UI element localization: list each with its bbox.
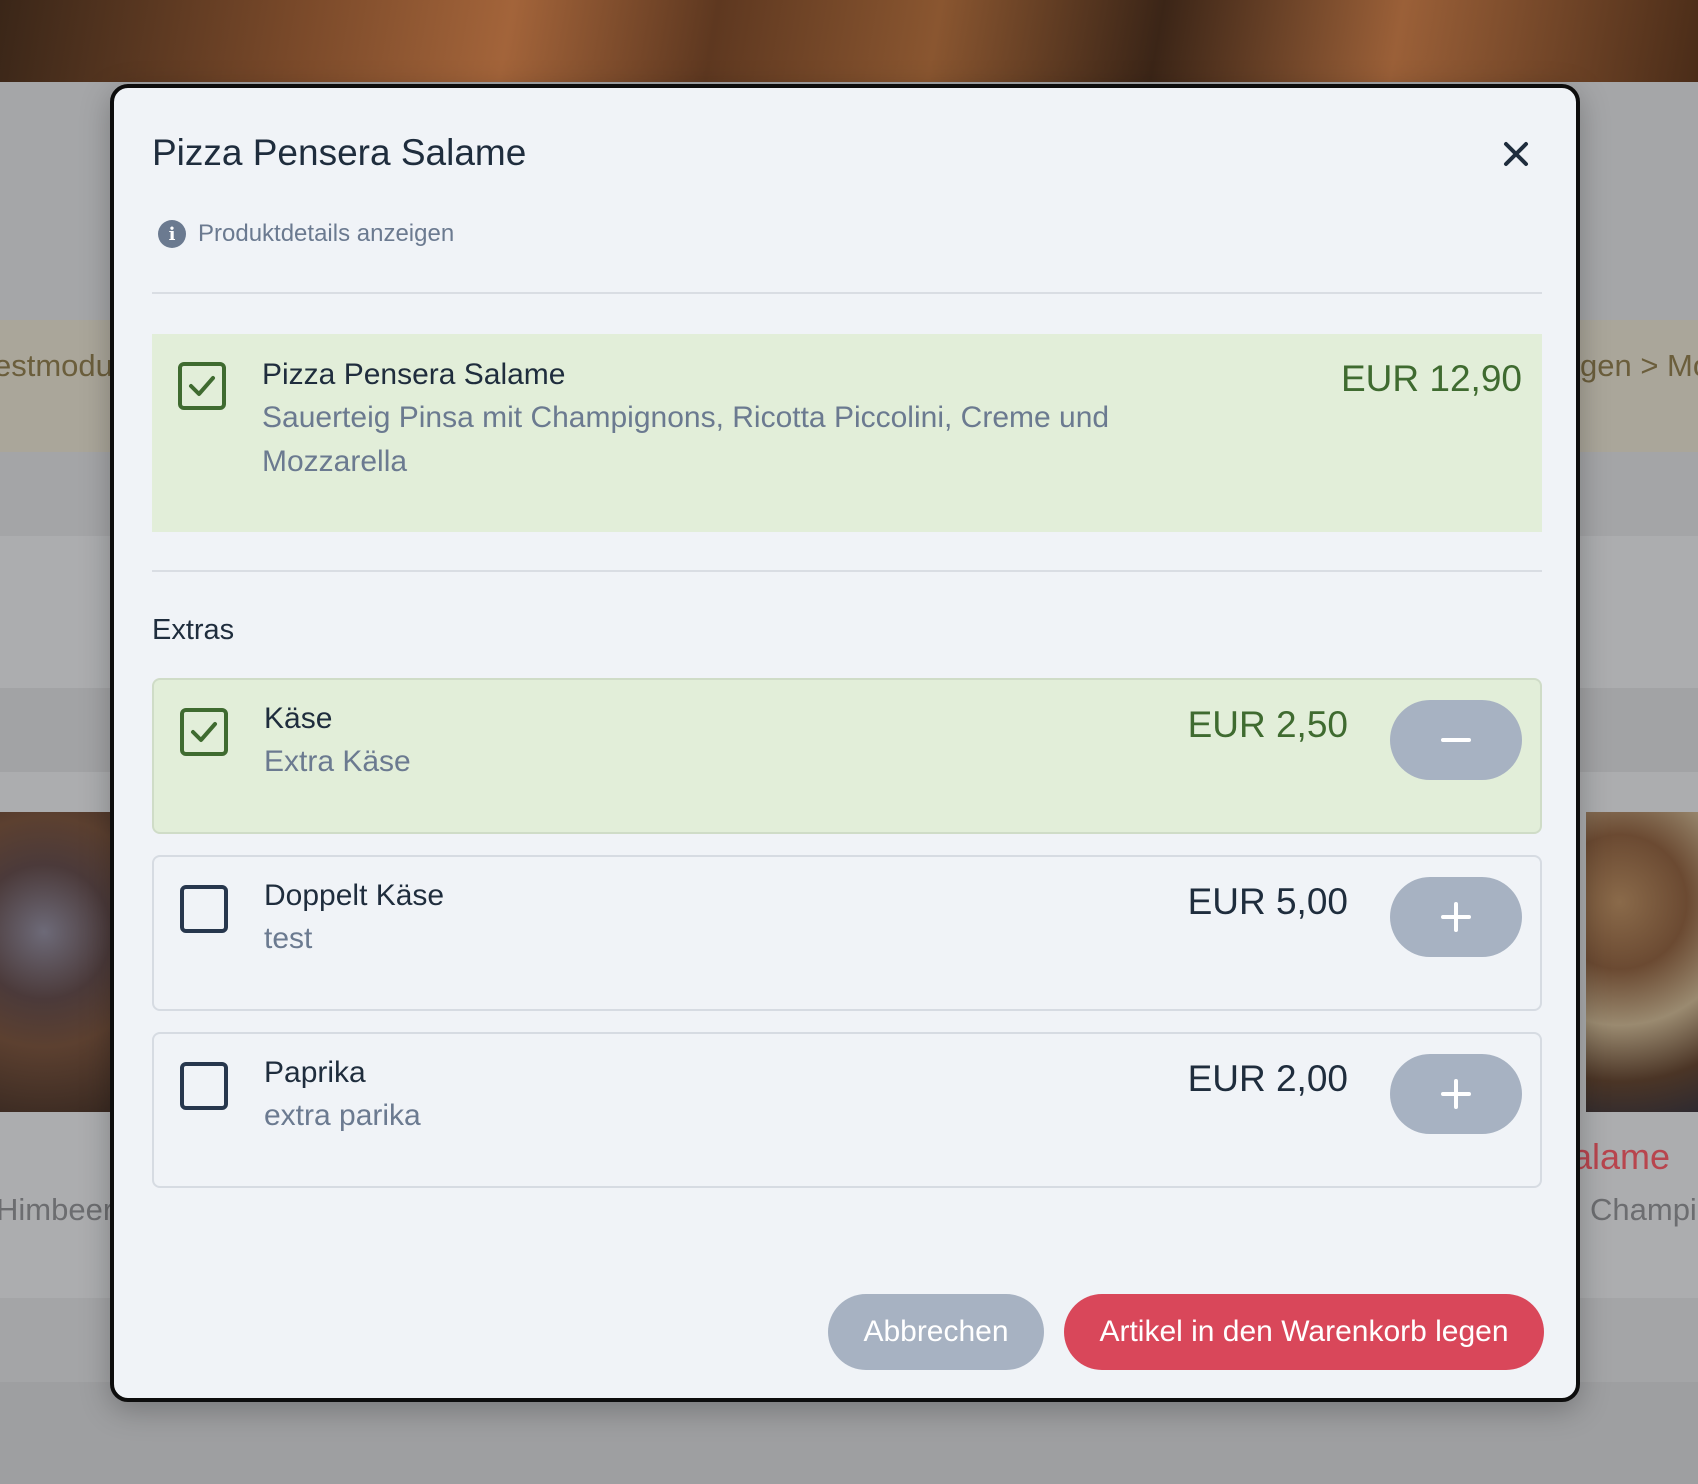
extra-checkbox[interactable]	[180, 885, 228, 933]
extra-price: EUR 5,00	[1187, 881, 1348, 922]
check-icon	[189, 376, 215, 396]
extra-price: EUR 2,00	[1187, 1058, 1348, 1099]
bg-product-image	[0, 812, 110, 1112]
close-button[interactable]	[1494, 132, 1538, 176]
extra-description: test	[264, 922, 313, 955]
extra-price: EUR 2,50	[1187, 704, 1348, 745]
extra-item-kaese[interactable]: Käse Extra Käse EUR 2,50	[152, 678, 1542, 834]
bg-breadcrumb: gen > Mo	[1580, 348, 1698, 383]
info-icon: i	[158, 220, 186, 248]
extra-checkbox[interactable]	[180, 1062, 228, 1110]
cancel-button[interactable]: Abbrechen	[828, 1294, 1044, 1370]
extras-heading: Extras	[152, 614, 235, 646]
extra-name: Käse	[264, 702, 333, 735]
extra-item-doppelt-kaese[interactable]: Doppelt Käse test EUR 5,00	[152, 855, 1542, 1011]
hero-image	[0, 0, 1698, 82]
extra-name: Paprika	[264, 1056, 366, 1089]
extra-description: Extra Käse	[264, 745, 411, 778]
base-product-description: Sauerteig Pinsa mit Champignons, Ricotta…	[262, 401, 1110, 478]
bg-product-desc: Champig	[1590, 1192, 1698, 1227]
add-to-cart-button[interactable]: Artikel in den Warenkorb legen	[1064, 1294, 1544, 1370]
check-icon	[191, 722, 217, 742]
extra-name: Doppelt Käse	[264, 879, 445, 912]
base-product-item[interactable]: Pizza Pensera Salame Sauerteig Pinsa mit…	[152, 334, 1542, 532]
plus-icon	[1441, 902, 1471, 932]
bg-product-image	[1586, 812, 1698, 1112]
minus-icon	[1441, 738, 1471, 742]
base-product-price: EUR 12,90	[1341, 358, 1522, 399]
modal-title: Pizza Pensera Salame	[152, 132, 527, 173]
add-extra-button[interactable]	[1390, 877, 1522, 957]
remove-extra-button[interactable]	[1390, 700, 1522, 780]
close-icon	[1504, 142, 1528, 166]
divider	[152, 570, 1542, 572]
bg-product-title: alame	[1572, 1136, 1671, 1177]
base-product-checkbox[interactable]	[178, 362, 226, 410]
product-details-label: Produktdetails anzeigen	[198, 220, 455, 247]
product-details-link[interactable]: i Produktdetails anzeigen	[158, 220, 454, 248]
extra-description: extra parika	[264, 1099, 421, 1132]
plus-icon	[1441, 1079, 1471, 1109]
base-product-name: Pizza Pensera Salame	[262, 358, 566, 391]
extra-item-paprika[interactable]: Paprika extra parika EUR 2,00	[152, 1032, 1542, 1188]
divider	[152, 292, 1542, 294]
add-extra-button[interactable]	[1390, 1054, 1522, 1134]
extra-checkbox[interactable]	[180, 708, 228, 756]
product-options-modal: Pizza Pensera Salame i Produktdetails an…	[110, 84, 1580, 1402]
